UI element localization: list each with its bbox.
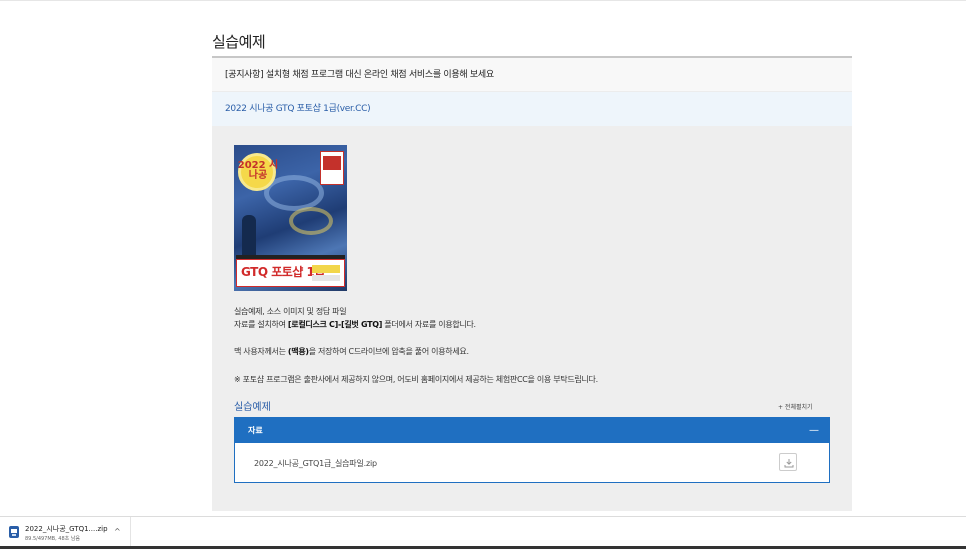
book-cover-image: 2022 시나공 GTQ 포토샵 1급 (234, 145, 347, 291)
expand-all-button[interactable]: + 전체펼치기 (778, 402, 813, 411)
description-line-4: ※ 포토샵 프로그램은 출판사에서 제공하지 않으며, 어도비 홈페이지에서 제… (234, 375, 598, 384)
cover-badge (320, 151, 344, 185)
file-section: 자료 — 2022_시나공_GTQ1급_실습파일.zip (234, 417, 830, 483)
file-name: 2022_시나공_GTQ1급_실습파일.zip (254, 459, 377, 468)
cover-moon-text: 2022 시나공 (237, 160, 279, 181)
top-divider (0, 0, 966, 1)
file-section-label: 자료 (248, 426, 263, 435)
page-title: 실습예제 (212, 33, 266, 51)
subsection-title: 실습예제 (234, 402, 271, 413)
download-icon (784, 459, 794, 468)
description-line-3: 맥 사용자께서는 (맥용)을 저장하여 C드라이브에 압축을 풀어 이용하세요. (234, 347, 469, 356)
download-item[interactable]: 2022_시나공_GTQ1....zip 89.5/497MB, 48초 남음 … (0, 517, 131, 549)
download-button[interactable] (779, 453, 797, 471)
download-status: 89.5/497MB, 48초 남음 (25, 536, 81, 542)
download-file-name: 2022_시나공_GTQ1....zip (25, 525, 108, 533)
file-section-header[interactable]: 자료 — (235, 418, 829, 443)
collapse-toggle[interactable]: — (809, 418, 819, 443)
book-title-link[interactable]: 2022 시나공 GTQ 포토샵 1급(ver.CC) (212, 92, 852, 126)
description-line-2: 자료를 설치하여 [로컬디스크 C]-[길벗 GTQ] 폴더에서 자료를 이용합… (234, 320, 476, 329)
zip-file-icon (9, 526, 19, 538)
download-shelf: 2022_시나공_GTQ1....zip 89.5/497MB, 48초 남음 … (0, 516, 966, 549)
cover-swirl (289, 207, 333, 235)
description-line-1: 실습예제, 소스 이미지 및 정답 파일 (234, 307, 347, 316)
chevron-up-icon[interactable]: ^ (114, 527, 121, 536)
notice-link[interactable]: [공지사항] 설치형 채점 프로그램 대신 온라인 채점 서비스를 이용해 보세… (212, 58, 852, 92)
mac-download-link[interactable]: (맥용) (288, 347, 309, 356)
cover-label: GTQ 포토샵 1급 (236, 259, 345, 287)
